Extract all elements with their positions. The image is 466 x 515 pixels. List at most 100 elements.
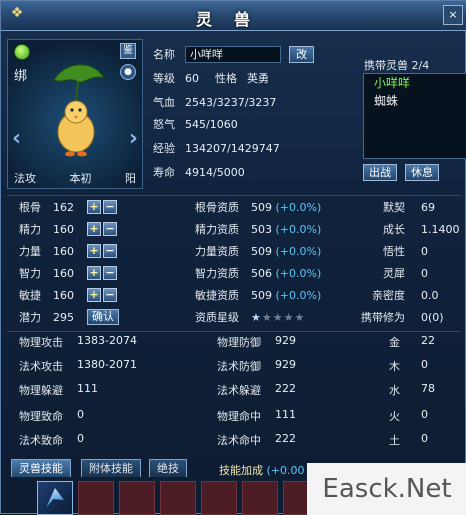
element-value: 22: [421, 334, 435, 347]
skill-slot[interactable]: [37, 481, 73, 515]
plus-button[interactable]: +: [87, 244, 101, 258]
rotate-right-icon[interactable]: ›: [116, 128, 138, 150]
minus-button[interactable]: −: [103, 244, 117, 258]
aptitude-value: 506 (+0.0%): [251, 267, 321, 280]
combat-row: 法术攻击 1380-2071 法术防御 929 木 0: [7, 358, 461, 380]
minus-button[interactable]: −: [103, 266, 117, 280]
title-bar[interactable]: ❖ 灵兽 ×: [1, 1, 466, 31]
combat-value: 1383-2074: [77, 334, 137, 347]
hp-value: 2543/3237/3237: [185, 95, 277, 109]
confirm-button[interactable]: 确认: [87, 309, 119, 325]
carry-list: 小咩咩 蜘蛛: [363, 73, 466, 159]
skill-slot[interactable]: [119, 481, 155, 515]
smiley-icon: [14, 44, 30, 60]
tab-pet-skills[interactable]: 灵兽技能: [11, 459, 71, 477]
close-button[interactable]: ×: [443, 5, 463, 25]
tab-ultimate[interactable]: 绝技: [149, 459, 187, 477]
potential-label: 潜力: [19, 311, 41, 324]
aptitude-bonus: (+0.0%): [275, 222, 322, 236]
plus-button[interactable]: +: [87, 266, 101, 280]
combat-label: 法术致命: [19, 434, 63, 447]
aptitude-bonus: (+0.0%): [275, 244, 322, 258]
skill-slot[interactable]: [242, 481, 278, 515]
aptitude-label: 根骨资质: [195, 201, 239, 214]
bind-label: 绑: [14, 69, 28, 84]
right-stat-label: 悟性: [383, 245, 405, 258]
list-item[interactable]: 小咩咩: [364, 74, 466, 92]
attribute-value: 162: [53, 200, 74, 214]
rename-button[interactable]: 改: [289, 45, 314, 63]
carry-level-label: 携带修为: [361, 311, 405, 324]
skill-slot[interactable]: [201, 481, 237, 515]
attribute-row: 智力 160 + − 智力资质 506 (+0.0%) 灵犀 0: [7, 262, 461, 284]
tab-possess-skills[interactable]: 附体技能: [81, 459, 141, 477]
combat-value: 0: [77, 408, 84, 421]
attribute-row: 精力 160 + − 精力资质 503 (+0.0%) 成长 1.1400: [7, 218, 461, 240]
aptitude-value: 509 (+0.0%): [251, 245, 321, 258]
quality-label: 资质星级: [195, 311, 239, 324]
plus-button[interactable]: +: [87, 288, 101, 302]
element-label: 金: [389, 336, 400, 349]
attribute-adjust: + −: [87, 266, 117, 280]
carry-actions: 出战 休息: [363, 164, 439, 181]
skill-bonus-label: 技能加成: [219, 464, 263, 477]
right-stat-label: 默契: [383, 201, 405, 214]
element-value: 0: [421, 358, 428, 371]
exp-value: 134207/1429747: [185, 141, 280, 155]
minus-button[interactable]: −: [103, 222, 117, 236]
name-field[interactable]: 小咩咩: [185, 45, 281, 63]
lock-icon[interactable]: ●: [120, 64, 136, 80]
element-label: 水: [389, 384, 400, 397]
skill-bonus-value: (+0.00: [266, 464, 305, 477]
quality-stars: ★★★★★: [251, 311, 305, 324]
personality-value: 英勇: [247, 72, 269, 85]
rest-button[interactable]: 休息: [405, 164, 439, 181]
rotate-left-icon[interactable]: ‹: [12, 128, 34, 150]
minus-button[interactable]: −: [103, 200, 117, 214]
right-stat-value: 0.0: [421, 288, 439, 302]
aptitude-number: 503: [251, 222, 272, 236]
list-item[interactable]: 蜘蛛: [364, 92, 466, 110]
attack-type-label: 法攻: [14, 172, 36, 185]
minus-button[interactable]: −: [103, 288, 117, 302]
carry-title-label: 携带灵兽: [364, 59, 408, 72]
star-icon: ★: [283, 310, 295, 324]
appraise-button[interactable]: 鉴: [120, 43, 136, 59]
aptitude-number: 509: [251, 244, 272, 258]
combat-label: 法术攻击: [19, 360, 63, 373]
element-label: 火: [389, 410, 400, 423]
attribute-row: 根骨 162 + − 根骨资质 509 (+0.0%) 默契 69: [7, 196, 461, 218]
attribute-label: 智力: [19, 267, 41, 280]
combat-label: 物理躲避: [19, 384, 63, 397]
life-label: 寿命: [153, 166, 175, 179]
plus-button[interactable]: +: [87, 200, 101, 214]
skill-slot[interactable]: [78, 481, 114, 515]
window-title: 灵兽: [195, 10, 272, 29]
battle-button[interactable]: 出战: [363, 164, 397, 181]
element-value: 78: [421, 382, 435, 395]
aptitude-label: 敏捷资质: [195, 289, 239, 302]
attribute-row: 敏捷 160 + − 敏捷资质 509 (+0.0%) 亲密度 0.0: [7, 284, 461, 306]
attribute-label: 力量: [19, 245, 41, 258]
star-icon: ★: [294, 310, 306, 324]
star-icon: ★: [251, 310, 262, 324]
combat-value: 0: [77, 432, 84, 445]
attribute-value: 160: [53, 288, 74, 302]
combat-row: 法术致命 0 法术命中 222 土 0: [7, 432, 461, 454]
element-value: 0: [421, 432, 428, 445]
attribute-value: 160: [53, 266, 74, 280]
combat-panel: 物理攻击 1383-2074 物理防御 929 金 22 法术攻击 1380-2…: [7, 331, 461, 453]
potential-value: 295: [53, 310, 74, 324]
attribute-adjust: + −: [87, 222, 117, 236]
carry-level-value: 0(0): [421, 310, 444, 324]
plus-button[interactable]: +: [87, 222, 101, 236]
aptitude-label: 力量资质: [195, 245, 239, 258]
info-panel: 名称 小咩咩 改 等级 60 性格 英勇 气血 2543/3237/3237 怒…: [149, 39, 355, 189]
skill-slot[interactable]: [160, 481, 196, 515]
combat-label: 物理命中: [217, 410, 261, 423]
combat-label: 物理防御: [217, 336, 261, 349]
right-stat-value: 0: [421, 266, 428, 280]
skill-bonus: 技能加成 (+0.00: [219, 462, 305, 478]
watermark: Easck.Net: [307, 463, 466, 515]
aptitude-label: 智力资质: [195, 267, 239, 280]
